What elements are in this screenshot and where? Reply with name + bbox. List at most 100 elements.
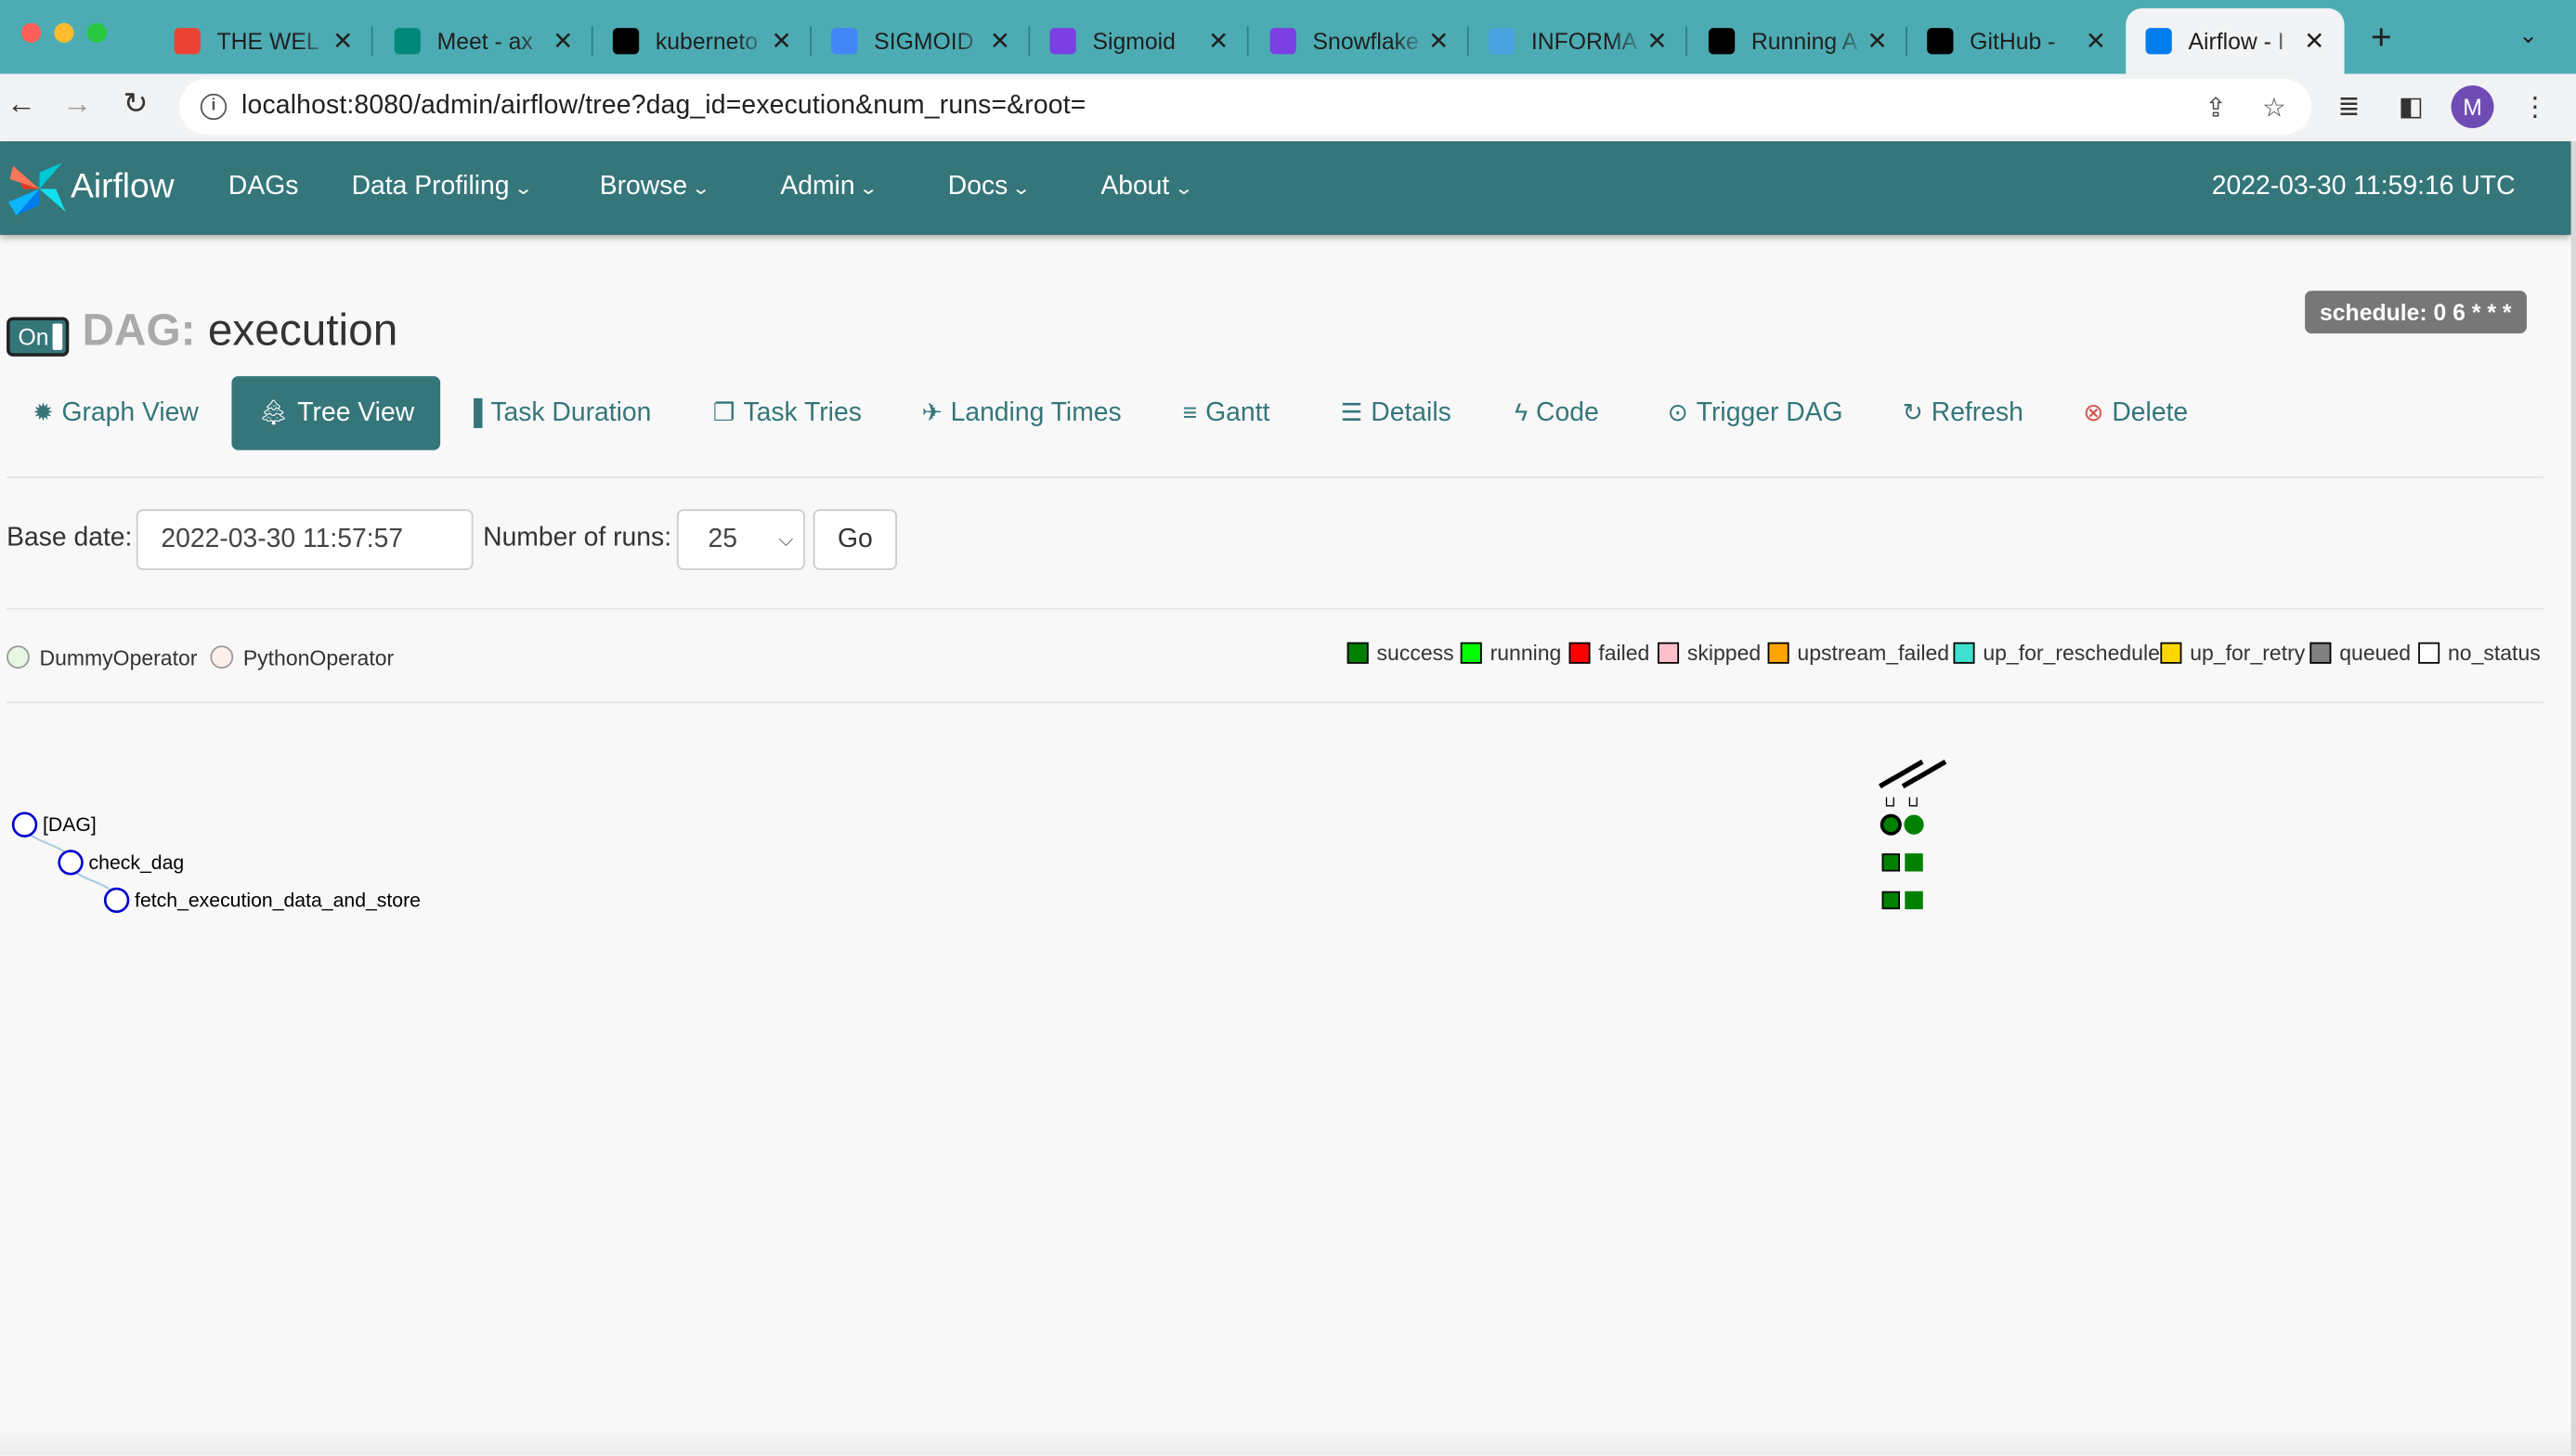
task-instance-square[interactable] xyxy=(1881,853,1900,872)
reload-icon[interactable]: ↻ xyxy=(124,87,149,122)
browser-tab[interactable]: Snowflake ✕ xyxy=(1250,13,1469,69)
tree-node-label[interactable]: fetch_execution_data_and_store xyxy=(135,890,421,912)
url-text[interactable]: localhost:8080/admin/airflow/tree?dag_id… xyxy=(241,92,1086,122)
back-arrow-icon[interactable]: ← xyxy=(7,87,36,122)
nav-data-profiling[interactable]: Data Profiling ⌄ xyxy=(352,173,534,202)
chevron-down-icon: ⌄ xyxy=(514,178,534,200)
close-window-button[interactable] xyxy=(20,22,42,43)
dag-run-circle[interactable] xyxy=(1880,813,1902,836)
window-bottom-edge xyxy=(0,1429,2576,1456)
browser-tab[interactable]: INFORMA ✕ xyxy=(1469,13,1687,69)
dag-view-tabs: ✹ Graph View 🌲︎ Tree View ▐ Task Duration ❐ Tas… xyxy=(7,376,2543,451)
tab-landing-times[interactable]: ✈ Landing Times xyxy=(921,376,1121,450)
tab-separator xyxy=(1685,26,1687,57)
base-date-label: Base date: xyxy=(7,524,133,552)
browser-tab[interactable]: GitHub - ✕ xyxy=(1907,13,2126,69)
profile-avatar[interactable]: M xyxy=(2451,84,2494,128)
nav-docs[interactable]: Docs ⌄ xyxy=(947,172,1033,202)
side-panel-icon[interactable]: ◧ xyxy=(2399,90,2424,123)
forward-arrow-icon[interactable]: → xyxy=(62,87,92,122)
tree-node-circle[interactable] xyxy=(58,850,84,876)
divider xyxy=(7,701,2543,704)
tab-label: Gantt xyxy=(1205,398,1270,427)
tab-tree-view[interactable]: 🌲︎ Tree View xyxy=(231,376,441,450)
browser-tab[interactable]: Meet - ax ✕ xyxy=(374,13,593,69)
tab-details[interactable]: ☰ Details xyxy=(1341,376,1451,450)
browser-tab[interactable]: Sigmoid ✕ xyxy=(1030,13,1249,69)
browser-tab[interactable]: kuberneto ✕ xyxy=(593,13,812,69)
browser-tab[interactable]: THE WEL ✕ xyxy=(154,13,373,69)
browser-tab[interactable]: SIGMOID ✕ xyxy=(812,13,1031,69)
task-instance-square[interactable] xyxy=(1905,890,1923,910)
airflow-logo-icon[interactable] xyxy=(7,156,72,222)
nav-admin[interactable]: Admin ⌄ xyxy=(780,173,879,202)
tab-graph-view[interactable]: ✹ Graph View xyxy=(33,376,198,450)
address-bar[interactable]: i localhost:8080/admin/airflow/tree?dag_… xyxy=(178,78,2312,136)
close-tab-icon[interactable]: ✕ xyxy=(771,26,791,56)
share-icon[interactable]: ⇪ xyxy=(2205,92,2227,124)
state-legend-item: queued xyxy=(2309,641,2411,665)
site-info-icon[interactable]: i xyxy=(200,93,228,121)
tab-gantt[interactable]: ≡ Gantt xyxy=(1183,376,1270,450)
tab-task-duration[interactable]: ▐ Task Duration xyxy=(465,376,652,450)
base-date-input[interactable] xyxy=(136,509,474,570)
dag-on-off-toggle[interactable]: On xyxy=(7,317,70,357)
operator-color-swatch xyxy=(7,645,30,670)
nav-label: Docs xyxy=(947,172,1008,201)
state-legend-item: up_for_retry xyxy=(2160,641,2305,665)
browser-tab[interactable]: Airflow - I ✕ xyxy=(2126,7,2345,74)
go-button[interactable]: Go xyxy=(813,509,897,570)
tree-view-chart: [DAG] check_dag fetch_execution_data_and_s… xyxy=(11,751,1949,914)
state-color-swatch xyxy=(1953,642,1975,664)
bookmark-star-icon[interactable]: ☆ xyxy=(2262,92,2285,124)
maximize-window-button[interactable] xyxy=(86,22,107,43)
close-tab-icon[interactable]: ✕ xyxy=(2086,26,2106,56)
close-tab-icon[interactable]: ✕ xyxy=(332,26,353,56)
tab-search-chevron-icon[interactable]: ⌄ xyxy=(2518,21,2538,49)
minimize-window-button[interactable] xyxy=(54,22,74,43)
tree-node-circle[interactable] xyxy=(11,812,38,838)
new-tab-plus-icon[interactable]: + xyxy=(2371,17,2392,59)
reading-list-icon[interactable]: ≣ xyxy=(2337,90,2360,123)
tab-label: Details xyxy=(1371,398,1451,427)
tab-delete[interactable]: ⊗ Delete xyxy=(2083,376,2188,450)
browser-tab-title: Snowflake xyxy=(1312,28,1419,55)
browser-tab-title: kuberneto xyxy=(655,28,759,55)
tab-trigger-dag[interactable]: ⊙ Trigger DAG xyxy=(1668,376,1843,450)
sigmoid-icon xyxy=(1049,28,1076,55)
state-color-swatch xyxy=(1568,642,1591,664)
tree-node-label[interactable]: check_dag xyxy=(89,852,185,874)
state-legend-item: no_status xyxy=(2418,641,2541,665)
number-of-runs-select[interactable]: 25 ⌵ xyxy=(676,509,805,570)
browser-tab[interactable]: Running A ✕ xyxy=(1689,13,1907,69)
close-tab-icon[interactable]: ✕ xyxy=(990,26,1010,56)
close-tab-icon[interactable]: ✕ xyxy=(553,26,573,56)
close-tab-icon[interactable]: ✕ xyxy=(2304,26,2324,56)
task-instance-square[interactable] xyxy=(1881,890,1900,910)
nav-browse[interactable]: Browse ⌄ xyxy=(600,173,711,202)
close-tab-icon[interactable]: ✕ xyxy=(1867,26,1887,56)
asterisk-icon: ✹ xyxy=(33,398,54,427)
toggle-label: On xyxy=(18,323,49,350)
dag-run-circle[interactable] xyxy=(1904,814,1924,835)
tree-node-label[interactable]: [DAG] xyxy=(43,814,97,836)
nav-about[interactable]: About ⌄ xyxy=(1100,173,1193,202)
chevron-down-icon: ⌄ xyxy=(1011,178,1033,200)
close-tab-icon[interactable]: ✕ xyxy=(1428,26,1449,56)
chevron-down-icon: ⌄ xyxy=(859,178,879,200)
tab-refresh[interactable]: ↻ Refresh xyxy=(1903,376,2023,450)
tab-task-tries[interactable]: ❐ Task Tries xyxy=(713,376,862,450)
nav-dags[interactable]: DAGs xyxy=(228,173,298,202)
vertical-scrollbar[interactable] xyxy=(2570,141,2576,1456)
chrome-menu-icon[interactable]: ⋮ xyxy=(2522,90,2548,123)
airflow-brand[interactable]: Airflow xyxy=(71,167,174,206)
divider xyxy=(7,607,2543,610)
close-tab-icon[interactable]: ✕ xyxy=(1208,26,1229,56)
state-legend-item: upstream_failed xyxy=(1767,641,1949,665)
tree-node-circle[interactable] xyxy=(103,887,130,914)
dag-title: DAG: execution xyxy=(82,306,397,357)
tab-label: Graph View xyxy=(61,398,199,427)
tab-code[interactable]: ϟ Code xyxy=(1515,376,1599,450)
close-tab-icon[interactable]: ✕ xyxy=(1646,26,1667,56)
task-instance-square[interactable] xyxy=(1905,853,1923,872)
